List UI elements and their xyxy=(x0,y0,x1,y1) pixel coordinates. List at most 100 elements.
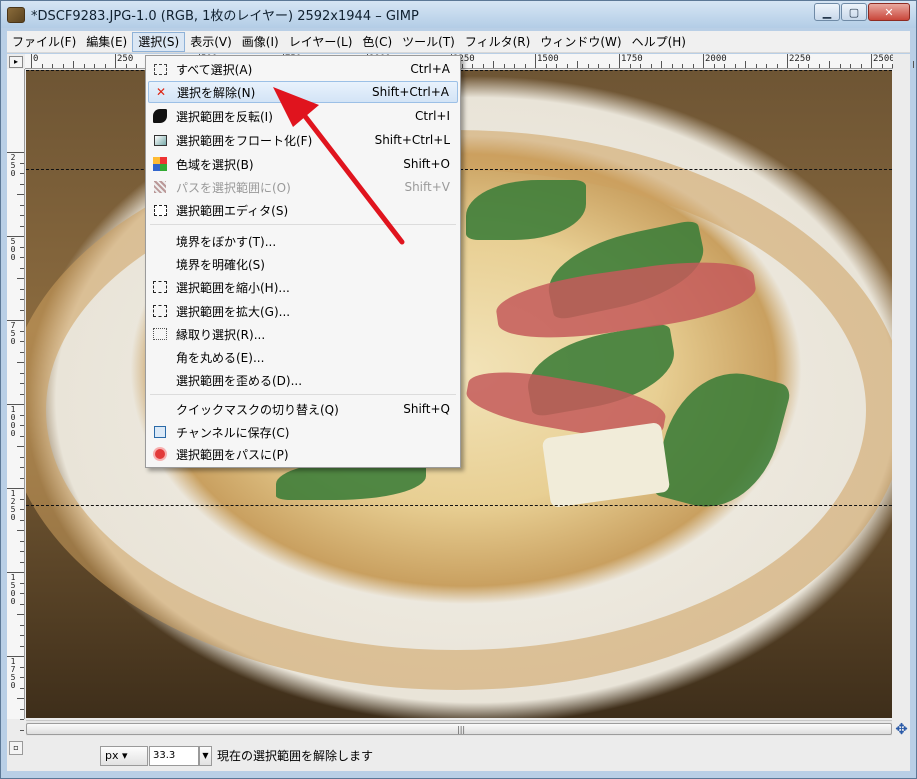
ruler-minor-tick xyxy=(20,582,24,584)
ruler-minor-tick xyxy=(913,61,914,68)
zoom-input[interactable]: 33.3 xyxy=(149,746,199,766)
ruler-minor-tick xyxy=(20,393,24,395)
menu-item-rounded[interactable]: 角を丸める(E)... xyxy=(148,346,458,368)
horizontal-scroll-thumb[interactable]: ||| xyxy=(26,723,892,735)
ruler-minor-tick xyxy=(136,64,137,68)
menu-item-feather[interactable]: 境界をぼかす(T)... xyxy=(148,230,458,252)
ruler-minor-tick xyxy=(734,64,736,68)
menu-edit[interactable]: 編集(E) xyxy=(81,32,132,52)
selection-marquee-bottom xyxy=(26,505,892,506)
menu-item-sharpen[interactable]: 境界を明確化(S) xyxy=(148,253,458,275)
ruler-minor-tick xyxy=(745,61,746,68)
ruler-minor-tick xyxy=(52,64,53,68)
ruler-label: 1 0 0 0 xyxy=(10,405,16,438)
ruler-minor-tick xyxy=(17,530,24,531)
menu-colors[interactable]: 色(C) xyxy=(357,32,397,52)
menu-layer[interactable]: レイヤー(L) xyxy=(284,32,358,52)
ruler-minor-tick xyxy=(20,341,24,342)
ruler-minor-tick xyxy=(20,498,24,500)
ruler-minor-tick xyxy=(881,64,883,68)
ruler-minor-tick xyxy=(20,635,24,636)
ruler-tick xyxy=(7,236,24,237)
navigate-icon[interactable]: ✥ xyxy=(893,721,910,738)
menu-view[interactable]: 表示(V) xyxy=(185,32,237,52)
ruler-tick xyxy=(31,54,32,68)
ruler-minor-tick xyxy=(860,64,862,68)
ruler-minor-tick xyxy=(713,64,715,68)
menu-image[interactable]: 画像(I) xyxy=(237,32,284,52)
menu-select[interactable]: 選択(S) xyxy=(132,31,186,52)
menu-item-shrink[interactable]: 選択範囲を縮小(H)... xyxy=(148,276,458,298)
ruler-minor-tick xyxy=(17,194,24,195)
horizontal-scrollbar[interactable]: ||| xyxy=(26,720,892,736)
ruler-minor-tick xyxy=(20,477,24,479)
menu-item-select-all[interactable]: すべて選択(A) Ctrl+A xyxy=(148,58,458,80)
menu-item-selection-editor[interactable]: 選択範囲エディタ(S) xyxy=(148,199,458,221)
selection-to-path-icon xyxy=(152,446,168,462)
selection-editor-icon xyxy=(152,202,168,218)
menu-item-select-none[interactable]: ✕ 選択を解除(N) Shift+Ctrl+A xyxy=(148,81,458,103)
zoom-dropdown-button[interactable]: ▼ xyxy=(199,746,212,766)
menu-filters[interactable]: フィルタ(R) xyxy=(460,32,535,52)
menu-item-by-color[interactable]: 色域を選択(B) Shift+O xyxy=(148,153,458,175)
ruler-tick xyxy=(7,404,24,405)
menu-item-invert[interactable]: 選択範囲を反転(I) Ctrl+I xyxy=(148,105,458,127)
menu-item-to-path[interactable]: 選択範囲をパスに(P) xyxy=(148,443,458,465)
ruler-minor-tick xyxy=(839,64,841,68)
vertical-scrollbar[interactable] xyxy=(893,54,910,719)
ruler-minor-tick xyxy=(20,435,24,437)
float-selection-icon xyxy=(152,132,168,148)
ruler-minor-tick xyxy=(514,64,515,68)
vertical-ruler[interactable]: 2 5 0 5 0 0 7 5 0 1 0 0 0 1 2 5 0 1 5 0 0 1 7 … xyxy=(7,69,25,731)
maximize-button[interactable]: ▢ xyxy=(841,3,867,21)
ruler-tick xyxy=(703,54,704,68)
menu-file[interactable]: ファイル(F) xyxy=(7,32,81,52)
minimize-button[interactable]: ▁ xyxy=(814,3,840,21)
ruler-label: 2250 xyxy=(789,54,811,64)
menu-item-quickmask[interactable]: クイックマスクの切り替え(Q) Shift+Q xyxy=(148,398,458,420)
ruler-tick xyxy=(619,54,620,68)
menu-item-border[interactable]: 縁取り選択(R)... xyxy=(148,323,458,345)
ruler-minor-tick xyxy=(818,64,820,68)
ruler-minor-tick xyxy=(671,64,673,68)
ruler-minor-tick xyxy=(20,666,24,668)
title-bar[interactable]: *DSCF9283.JPG-1.0 (RGB, 1枚のレイヤー) 2592x19… xyxy=(1,1,916,28)
ruler-tick xyxy=(7,152,24,153)
ruler-minor-tick xyxy=(829,61,830,68)
menu-help[interactable]: ヘルプ(H) xyxy=(627,32,691,52)
save-to-channel-icon xyxy=(152,424,168,440)
ruler-label: 250 xyxy=(117,54,134,64)
menu-windows[interactable]: ウィンドウ(W) xyxy=(535,32,626,52)
ruler-minor-tick xyxy=(20,414,24,416)
border-selection-icon xyxy=(152,326,168,342)
menu-item-float[interactable]: 選択範囲をフロート化(F) Shift+Ctrl+L xyxy=(148,129,458,151)
menu-bar: ファイル(F) 編集(E) 選択(S) 表示(V) 画像(I) レイヤー(L) … xyxy=(7,31,910,53)
path-to-selection-icon xyxy=(152,179,168,195)
menu-item-save-channel[interactable]: チャンネルに保存(C) xyxy=(148,421,458,443)
ruler-minor-tick xyxy=(20,372,24,374)
invert-selection-icon xyxy=(152,108,168,124)
ruler-minor-tick xyxy=(20,204,24,206)
ruler-minor-tick xyxy=(17,698,24,699)
ruler-minor-tick xyxy=(650,64,652,68)
menu-item-distort[interactable]: 選択範囲を歪める(D)... xyxy=(148,369,458,391)
quick-mask-toggle[interactable]: ▫ xyxy=(9,741,23,755)
ruler-label: 2500 xyxy=(873,54,895,64)
close-button[interactable]: ✕ xyxy=(868,3,910,21)
menu-tools[interactable]: ツール(T) xyxy=(397,32,460,52)
gimp-app-icon xyxy=(7,6,25,23)
ruler-minor-tick xyxy=(17,362,24,363)
ruler-minor-tick xyxy=(661,61,662,68)
ruler-minor-tick xyxy=(545,64,547,68)
ruler-minor-tick xyxy=(20,383,24,384)
ruler-minor-tick xyxy=(41,64,43,68)
ruler-minor-tick xyxy=(20,603,24,605)
quick-menu-button[interactable]: ▸ xyxy=(9,56,23,68)
unit-select[interactable]: px ▾ xyxy=(100,746,148,766)
ruler-minor-tick xyxy=(20,540,24,542)
menu-item-grow[interactable]: 選択範囲を拡大(G)... xyxy=(148,300,458,322)
ruler-minor-tick xyxy=(20,246,24,248)
gimp-window: *DSCF9283.JPG-1.0 (RGB, 1枚のレイヤー) 2592x19… xyxy=(0,0,917,779)
ruler-minor-tick xyxy=(20,257,24,258)
menu-separator xyxy=(150,224,456,225)
